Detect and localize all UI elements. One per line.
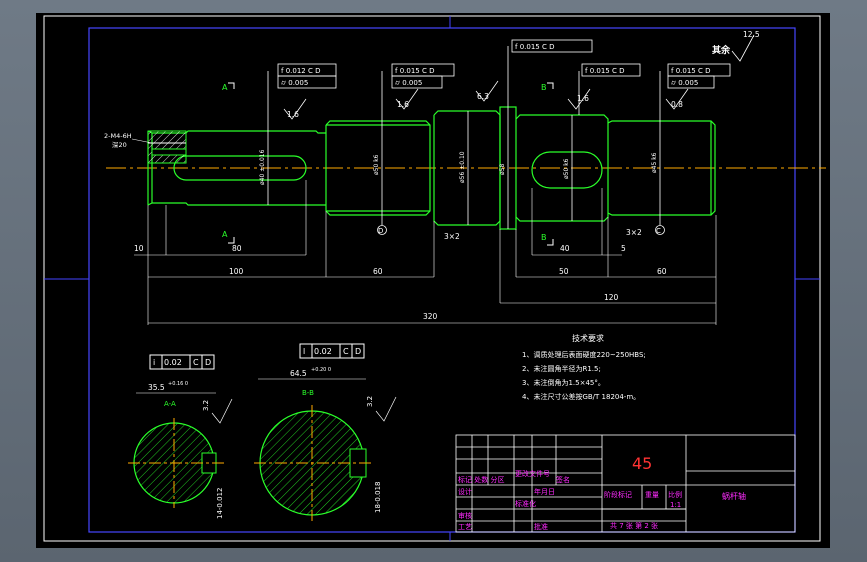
svg-text:标记 处数 分区: 标记 处数 分区: [458, 475, 504, 484]
dim-60b: 60: [657, 267, 667, 276]
section-b-bot: B: [541, 233, 547, 242]
svg-text:i: i: [153, 358, 155, 367]
tol-frame-1: f 0.012 C D ⌭ 0.005: [277, 63, 337, 89]
svg-text:12.5: 12.5: [743, 30, 760, 39]
material: 45: [632, 454, 652, 473]
diameter-2: ø50 k6: [373, 154, 380, 175]
svg-text:+0.20 0: +0.20 0: [311, 367, 331, 373]
svg-text:⌭ 0.005: ⌭ 0.005: [671, 79, 698, 87]
svg-text:B-B: B-B: [302, 389, 314, 397]
roughness-4: 1.6: [577, 94, 589, 103]
svg-text:共 7 张 第 2 张: 共 7 张 第 2 张: [610, 521, 658, 530]
title-block: [455, 434, 796, 533]
svg-text:35.5: 35.5: [148, 383, 165, 392]
svg-text:阶段标记: 阶段标记: [604, 490, 632, 499]
roughness-other: 其余 12.5: [712, 30, 760, 62]
tol-frame-2: f 0.015 C D ⌭ 0.005: [391, 63, 455, 89]
svg-text:+0.16 0: +0.16 0: [168, 381, 188, 387]
dim-50: 50: [559, 267, 569, 276]
tol-frame-3: f 0.015 C D: [511, 39, 593, 53]
dim-60a: 60: [373, 267, 383, 276]
svg-text:1、调质处理后表面硬度220~250HBS;: 1、调质处理后表面硬度220~250HBS;: [522, 350, 646, 359]
part-name: 蜗杆轴: [722, 491, 746, 501]
svg-text:其余: 其余: [712, 44, 731, 56]
threaded-hole: [147, 130, 187, 164]
tol-frame-5: f 0.015 C D ⌭ 0.005: [667, 63, 731, 89]
dim-3x2a: 3×2: [444, 232, 460, 241]
svg-text:C: C: [343, 347, 349, 356]
svg-text:18-0.018: 18-0.018: [374, 482, 382, 513]
svg-text:4、未注尺寸公差按GB/T 18204-m。: 4、未注尺寸公差按GB/T 18204-m。: [522, 392, 640, 401]
svg-text:64.5: 64.5: [290, 369, 307, 378]
svg-text:f 0.015 C D: f 0.015 C D: [395, 67, 435, 75]
svg-text:更改文件号: 更改文件号: [515, 469, 550, 478]
section-a-bot: A: [222, 230, 228, 239]
diameter-4: ø58: [499, 164, 506, 175]
diameter-1: ø40 ±0.016: [259, 149, 266, 185]
roughness-1: 1.6: [287, 110, 299, 119]
dim-40: 40: [560, 244, 570, 253]
svg-text:D: D: [205, 358, 211, 367]
svg-text:工艺: 工艺: [458, 523, 472, 531]
svg-text:签名: 签名: [556, 475, 570, 484]
dim-10: 10: [134, 244, 144, 253]
svg-text:f 0.015 C D: f 0.015 C D: [671, 67, 711, 75]
cad-viewport[interactable]: ø40 ±0.016 ø50 k6 ø56 ±0.10 ø58 ø50 k6 ø…: [36, 13, 830, 548]
diameter-5: ø50 k6: [563, 158, 570, 179]
roughness-2: 1.6: [397, 100, 409, 109]
svg-text:审核: 审核: [458, 511, 472, 520]
thread-note-2: 深20: [112, 140, 127, 149]
dim-320: 320: [423, 312, 438, 321]
svg-text:技术要求: 技术要求: [572, 333, 604, 343]
section-bb: l 0.02 C D 64.5 +0.20 0 B-B 18-0.018 3.2: [254, 343, 397, 521]
svg-text:设计: 设计: [458, 487, 472, 496]
svg-text:C: C: [193, 358, 199, 367]
svg-text:f 0.012 C D: f 0.012 C D: [281, 67, 321, 75]
diameter-3: ø56 ±0.10: [459, 151, 466, 183]
svg-text:标准化: 标准化: [515, 499, 536, 508]
svg-text:14-0.012: 14-0.012: [216, 488, 224, 519]
svg-text:年月日: 年月日: [534, 487, 555, 496]
technical-requirements: 技术要求 1、调质处理后表面硬度220~250HBS; 2、未注圆角半径为R1.…: [522, 333, 646, 401]
datum-c: C: [656, 227, 661, 235]
dim-100: 100: [229, 267, 244, 276]
svg-text:A-A: A-A: [164, 400, 176, 408]
section-aa: i 0.02 C D 35.5 +0.16 0 A-A 14-0.012 3.2: [128, 354, 233, 519]
svg-text:重量: 重量: [645, 491, 659, 499]
shaft-drawing: ø40 ±0.016 ø50 k6 ø56 ±0.10 ø58 ø50 k6 ø…: [43, 15, 826, 542]
svg-text:0.02: 0.02: [164, 358, 182, 367]
svg-text:3.2: 3.2: [202, 400, 210, 411]
svg-text:⌭ 0.005: ⌭ 0.005: [395, 79, 422, 87]
dim-3x2b: 3×2: [626, 228, 642, 237]
svg-text:3、未注倒角为1.5×45°。: 3、未注倒角为1.5×45°。: [522, 378, 605, 387]
svg-text:D: D: [355, 347, 361, 356]
dim-5: 5: [621, 244, 626, 253]
roughness-5: 0.8: [671, 100, 683, 109]
dim-80: 80: [232, 244, 242, 253]
thread-note-1: 2-M4-6H: [104, 132, 132, 140]
datum-d: D: [378, 227, 383, 235]
tol-frame-4: f 0.015 C D: [581, 63, 641, 77]
svg-text:3.2: 3.2: [366, 396, 374, 407]
section-b-top: B: [541, 83, 547, 92]
svg-text:1:1: 1:1: [670, 501, 681, 509]
svg-text:2、未注圆角半径为R1.5;: 2、未注圆角半径为R1.5;: [522, 364, 601, 373]
diameter-6: ø45 k6: [651, 152, 658, 173]
svg-text:f 0.015 C D: f 0.015 C D: [585, 67, 625, 75]
dim-120: 120: [604, 293, 619, 302]
svg-text:⌭ 0.005: ⌭ 0.005: [281, 79, 308, 87]
svg-text:0.02: 0.02: [314, 347, 332, 356]
roughness-3: 6.3: [477, 92, 489, 101]
svg-text:l: l: [303, 347, 305, 356]
svg-text:比例: 比例: [668, 490, 682, 499]
svg-text:批准: 批准: [534, 522, 548, 531]
section-a-top: A: [222, 83, 228, 92]
svg-text:f 0.015 C D: f 0.015 C D: [515, 43, 555, 51]
